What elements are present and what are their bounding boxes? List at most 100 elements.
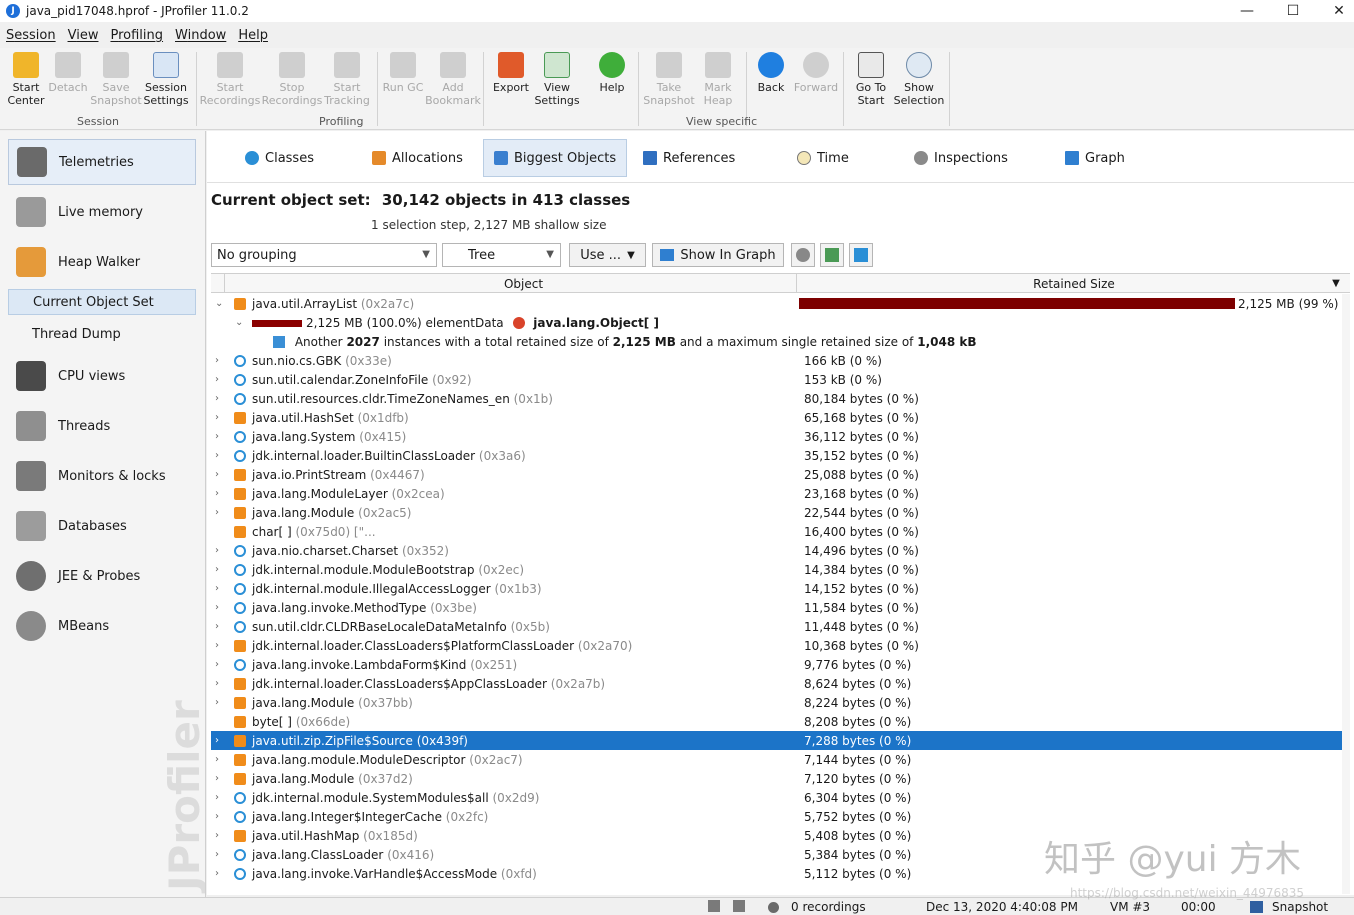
table-row[interactable]: › jdk.internal.loader.ClassLoaders$AppCla… [211,674,1350,693]
table-row[interactable]: › java.lang.Module (0x37d2) 7,120 bytes (0… [211,769,1350,788]
go-to-start-button[interactable]: Go To Start [845,50,897,112]
expand-icon[interactable]: › [215,659,225,670]
table-row[interactable]: › java.lang.module.ModuleDescriptor (0x2a… [211,750,1350,769]
expand-icon[interactable]: › [215,469,225,480]
start-recordings-button[interactable]: Start Recordings [200,50,260,112]
tab-classes[interactable]: Classes [235,139,324,177]
table-row[interactable]: › java.lang.ModuleLayer (0x2cea) 23,168 by… [211,484,1350,503]
table-row[interactable]: › java.lang.invoke.LambdaForm$Kind (0x251… [211,655,1350,674]
tab-inspections[interactable]: Inspections [904,139,1018,177]
expand-icon[interactable]: › [215,678,225,689]
session-settings-button[interactable]: Session Settings [140,50,192,112]
column-object[interactable]: Object [251,274,797,293]
help-button[interactable]: Help [586,50,638,112]
table-row-top[interactable]: ⌄ java.util.ArrayList (0x2a7c) 2,125 MB … [211,294,1350,313]
table-row[interactable]: › java.io.PrintStream (0x4467) 25,088 byte… [211,465,1350,484]
expand-icon[interactable]: › [215,640,225,651]
expand-icon[interactable]: › [215,621,225,632]
table-row[interactable]: › sun.util.resources.cldr.TimeZoneNames_e… [211,389,1350,408]
expand-icon[interactable]: › [215,868,225,879]
close-button[interactable]: ✕ [1316,0,1354,22]
table-row[interactable]: › java.lang.System (0x415) 36,112 bytes (0… [211,427,1350,446]
expand-icon[interactable]: › [215,602,225,613]
table-row[interactable]: › java.util.HashSet (0x1dfb) 65,168 bytes … [211,408,1350,427]
expand-icon[interactable]: › [215,735,225,746]
table-row[interactable]: › jdk.internal.module.IllegalAccessLogger… [211,579,1350,598]
menu-profiling[interactable]: Profiling [104,28,169,43]
sort-desc-icon[interactable]: ▼ [1329,274,1343,293]
menu-help[interactable]: Help [232,28,274,43]
sidebar-item-jee-probes[interactable]: JEE & Probes [8,553,196,599]
table-row[interactable]: › jdk.internal.module.SystemModules$all (… [211,788,1350,807]
expand-icon[interactable]: › [215,754,225,765]
sidebar-item-monitors-locks[interactable]: Monitors & locks [8,453,196,499]
table-row[interactable]: byte[ ] (0x66de) 8,208 bytes (0 %) [211,712,1350,731]
mark-heap-button[interactable]: Mark Heap [692,50,744,112]
expand-icon[interactable]: › [215,583,225,594]
table-row[interactable]: › sun.util.cldr.CLDRBaseLocaleDataMetaInf… [211,617,1350,636]
collapse-icon[interactable]: ⌄ [215,298,225,309]
show-selection-button[interactable]: Show Selection [893,50,945,112]
sidebar-item-telemetries[interactable]: Telemetries [8,139,196,185]
sidebar-item-mbeans[interactable]: MBeans [8,603,196,649]
view-mode-select[interactable]: Tree ▼ [442,243,561,267]
sidebar-item-databases[interactable]: Databases [8,503,196,549]
expand-icon[interactable]: › [215,412,225,423]
expand-icon[interactable]: › [215,830,225,841]
expand-icon[interactable]: › [215,431,225,442]
menu-window[interactable]: Window [169,28,232,43]
sidebar-item-cpu-views[interactable]: CPU views [8,353,196,399]
table-row[interactable]: › java.util.zip.ZipFile$Source (0x439f) 7,… [211,731,1350,750]
add-bookmark-button[interactable]: Add Bookmark [425,50,481,112]
expand-icon[interactable]: › [215,507,225,518]
expand-icon[interactable]: › [215,355,225,366]
take-snapshot-button[interactable]: Take Snapshot [643,50,695,112]
use-button[interactable]: Use ... ▼ [569,243,646,267]
expand-icon[interactable]: › [215,849,225,860]
stop-recordings-button[interactable]: Stop Recordings [262,50,322,112]
maximize-button[interactable]: ☐ [1270,0,1316,22]
run-gc-button[interactable]: Run GC [377,50,429,112]
sidebar-item-live-memory[interactable]: Live memory [8,189,196,235]
info-button[interactable] [849,243,873,267]
table-row[interactable]: › java.lang.Module (0x37bb) 8,224 bytes (0… [211,693,1350,712]
expand-icon[interactable]: › [215,450,225,461]
forward-button[interactable]: Forward [790,50,842,112]
table-row[interactable]: › java.lang.invoke.MethodType (0x3be) 11,5… [211,598,1350,617]
export-view-button[interactable] [820,243,844,267]
expand-icon[interactable]: › [215,393,225,404]
save-snapshot-button[interactable]: Save Snapshot [90,50,142,112]
view-settings-button[interactable]: View Settings [531,50,583,112]
settings-button[interactable] [791,243,815,267]
start-tracking-button[interactable]: Start Tracking [321,50,373,112]
tab-references[interactable]: References [633,139,745,177]
sidebar-subitem-thread-dump[interactable]: Thread Dump [8,321,196,347]
column-retained-size[interactable]: Retained Size [798,274,1350,293]
detach-button[interactable]: Detach [42,50,94,112]
collapse-icon[interactable]: ⌄ [235,317,245,328]
table-row[interactable]: › jdk.internal.loader.ClassLoaders$Platfo… [211,636,1350,655]
grouping-select[interactable]: No grouping ▼ [211,243,437,267]
table-row[interactable]: › sun.util.calendar.ZoneInfoFile (0x92) 15… [211,370,1350,389]
menu-session[interactable]: Session [0,28,62,43]
sidebar-subitem-current-object-set[interactable]: Current Object Set [8,289,196,315]
expand-icon[interactable]: › [215,564,225,575]
export-button[interactable]: Export [485,50,537,112]
table-row[interactable]: › jdk.internal.module.ModuleBootstrap (0x… [211,560,1350,579]
table-row[interactable]: › sun.nio.cs.GBK (0x33e) 166 kB (0 %) [211,351,1350,370]
tab-time[interactable]: Time [787,139,859,177]
expand-icon[interactable]: › [215,792,225,803]
sidebar-item-threads[interactable]: Threads [8,403,196,449]
expand-icon[interactable]: › [215,374,225,385]
tab-graph[interactable]: Graph [1055,139,1135,177]
expand-icon[interactable]: › [215,811,225,822]
expand-icon[interactable]: › [215,697,225,708]
tab-biggest-objects[interactable]: Biggest Objects [483,139,628,177]
menu-view[interactable]: View [62,28,105,43]
table-row[interactable]: › java.lang.Module (0x2ac5) 22,544 bytes (… [211,503,1350,522]
expand-icon[interactable]: › [215,545,225,556]
expand-icon[interactable]: › [215,488,225,499]
show-in-graph-button[interactable]: Show In Graph [652,243,784,267]
table-row[interactable]: › java.nio.charset.Charset (0x352) 14,496 … [211,541,1350,560]
table-row[interactable]: char[ ] (0x75d0) ["... 16,400 bytes (0 %) [211,522,1350,541]
